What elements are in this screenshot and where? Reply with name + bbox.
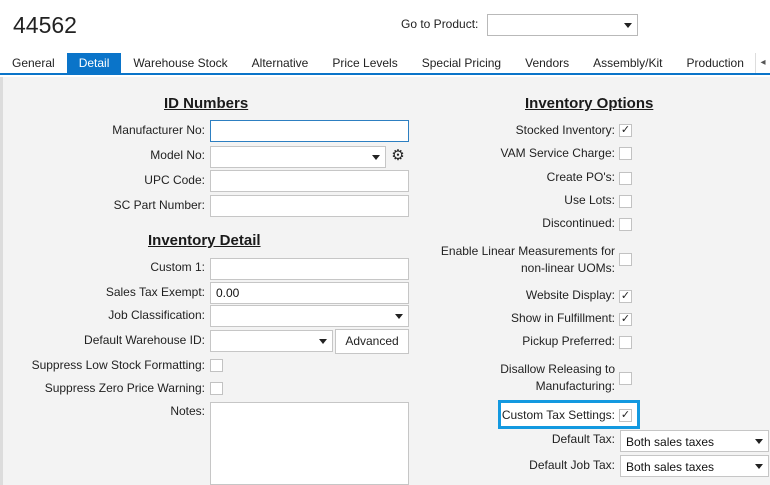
id-numbers-title: ID Numbers xyxy=(164,95,249,112)
use-lots-label: Use Lots: xyxy=(564,193,615,207)
product-id-title: 44562 xyxy=(13,12,77,38)
sales-tax-exempt-input[interactable]: 0.00 xyxy=(210,282,409,304)
chevron-down-icon xyxy=(755,439,763,444)
vam-service-charge-checkbox[interactable] xyxy=(619,147,632,160)
job-classification-select[interactable] xyxy=(210,305,409,327)
default-tax-select[interactable]: Both sales taxes xyxy=(620,430,769,452)
tab-alternative[interactable]: Alternative xyxy=(240,53,321,73)
upc-code-input[interactable] xyxy=(210,170,409,192)
linear-measurements-checkbox[interactable] xyxy=(619,253,632,266)
upc-code-label: UPC Code: xyxy=(144,173,205,187)
notes-textarea[interactable] xyxy=(210,402,409,485)
stocked-inventory-label: Stocked Inventory: xyxy=(515,123,615,137)
gear-icon[interactable]: ⚙ xyxy=(388,147,408,167)
chevron-down-icon xyxy=(319,339,327,344)
sc-part-number-label: SC Part Number: xyxy=(113,198,205,212)
disallow-releasing-label-line2: Manufacturing: xyxy=(535,379,615,393)
default-tax-label: Default Tax: xyxy=(551,432,615,446)
default-tax-value: Both sales taxes xyxy=(626,435,715,449)
disallow-releasing-label-line1: Disallow Releasing to xyxy=(500,362,615,376)
linear-measurements-label-line1: Enable Linear Measurements for xyxy=(440,244,615,258)
goto-product-select[interactable] xyxy=(487,14,638,36)
create-pos-checkbox[interactable] xyxy=(619,172,632,185)
custom1-label: Custom 1: xyxy=(150,260,205,274)
sales-tax-exempt-label: Sales Tax Exempt: xyxy=(105,285,205,299)
tab-bar: General Detail Warehouse Stock Alternati… xyxy=(0,53,770,75)
website-display-checkbox[interactable]: ✓ xyxy=(619,290,632,303)
linear-measurements-label-line2: non-linear UOMs: xyxy=(520,261,615,275)
manufacturer-no-input[interactable] xyxy=(210,120,409,142)
custom1-input[interactable] xyxy=(210,258,409,280)
model-no-select[interactable] xyxy=(210,146,386,168)
tab-production[interactable]: Production xyxy=(675,53,756,73)
create-pos-label: Create PO's: xyxy=(546,170,615,184)
custom-tax-settings-label: Custom Tax Settings: xyxy=(501,408,615,422)
suppress-zero-price-label: Suppress Zero Price Warning: xyxy=(44,381,205,395)
tab-special-pricing[interactable]: Special Pricing xyxy=(410,53,513,73)
notes-label: Notes: xyxy=(170,404,205,418)
default-job-tax-value: Both sales taxes xyxy=(626,460,715,474)
inventory-detail-title: Inventory Detail xyxy=(148,232,261,249)
job-classification-label: Job Classification: xyxy=(108,308,205,322)
tab-detail[interactable]: Detail xyxy=(66,53,122,73)
default-warehouse-label: Default Warehouse ID: xyxy=(84,333,205,347)
suppress-zero-price-checkbox[interactable] xyxy=(210,382,223,395)
chevron-down-icon xyxy=(372,155,380,160)
tab-price-levels[interactable]: Price Levels xyxy=(320,53,409,73)
pickup-preferred-checkbox[interactable] xyxy=(619,336,632,349)
inventory-options-title: Inventory Options xyxy=(525,95,654,112)
tab-scroll-left-icon[interactable]: ◂ xyxy=(755,53,770,73)
default-job-tax-select[interactable]: Both sales taxes xyxy=(620,455,769,477)
default-job-tax-label: Default Job Tax: xyxy=(529,458,615,472)
discontinued-label: Discontinued: xyxy=(542,216,615,230)
pickup-preferred-label: Pickup Preferred: xyxy=(522,334,615,348)
use-lots-checkbox[interactable] xyxy=(619,195,632,208)
disallow-releasing-checkbox[interactable] xyxy=(619,372,632,385)
model-no-label: Model No: xyxy=(150,148,205,162)
tab-warehouse-stock[interactable]: Warehouse Stock xyxy=(121,53,239,73)
website-display-label: Website Display: xyxy=(525,288,615,302)
goto-product-label: Go to Product: xyxy=(401,17,479,31)
discontinued-checkbox[interactable] xyxy=(619,218,632,231)
chevron-down-icon xyxy=(395,314,403,319)
chevron-down-icon xyxy=(755,464,763,469)
tab-general[interactable]: General xyxy=(0,53,67,73)
advanced-button[interactable]: Advanced xyxy=(335,329,409,354)
custom-tax-settings-checkbox[interactable]: ✓ xyxy=(619,409,632,422)
show-in-fulfillment-label: Show in Fulfillment: xyxy=(510,311,615,325)
show-in-fulfillment-checkbox[interactable]: ✓ xyxy=(619,313,632,326)
manufacturer-no-label: Manufacturer No: xyxy=(112,123,205,137)
default-warehouse-select[interactable] xyxy=(210,330,333,352)
vam-service-charge-label: VAM Service Charge: xyxy=(500,146,616,160)
tab-vendors[interactable]: Vendors xyxy=(513,53,581,73)
suppress-low-stock-checkbox[interactable] xyxy=(210,359,223,372)
tab-assembly-kit[interactable]: Assembly/Kit xyxy=(581,53,674,73)
stocked-inventory-checkbox[interactable]: ✓ xyxy=(619,124,632,137)
chevron-down-icon xyxy=(624,23,632,28)
suppress-low-stock-label: Suppress Low Stock Formatting: xyxy=(31,358,205,372)
sc-part-number-input[interactable] xyxy=(210,195,409,217)
